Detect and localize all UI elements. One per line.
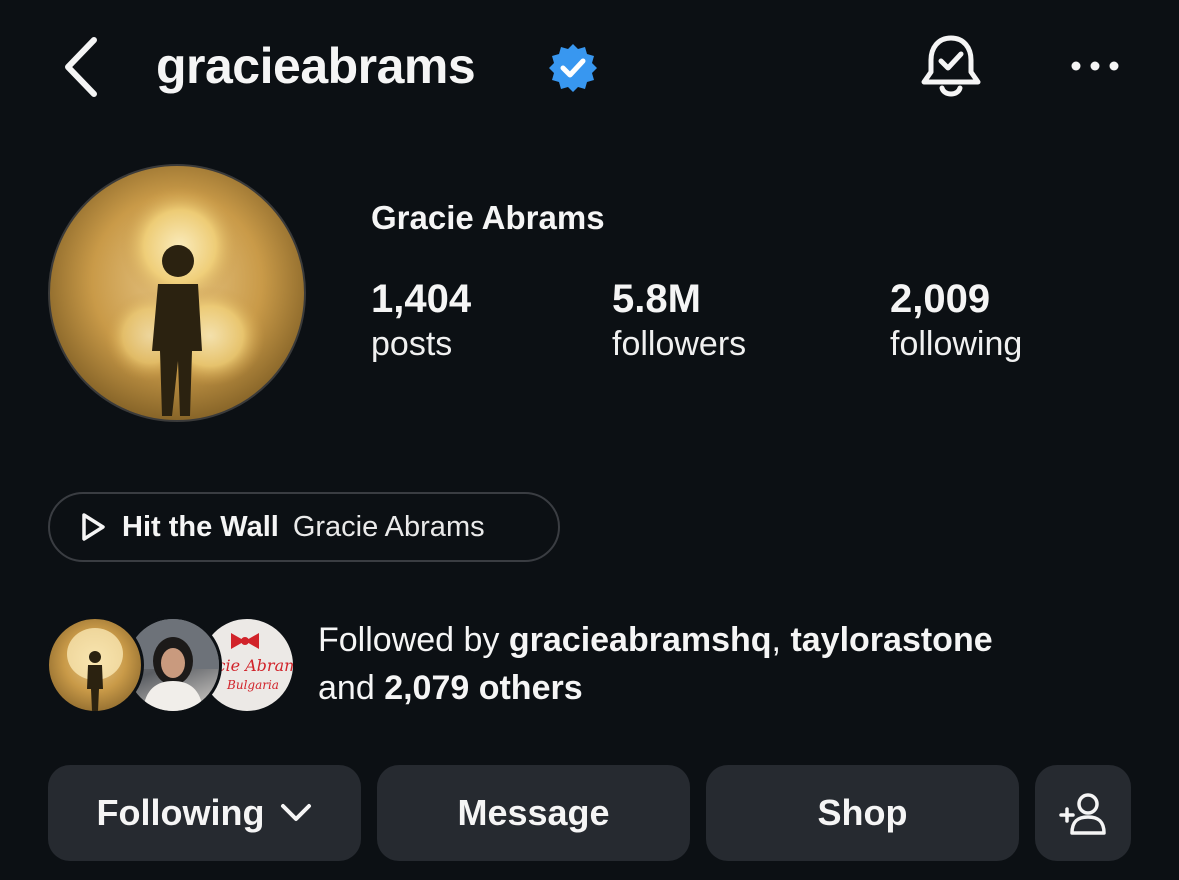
posts-count: 1,404 xyxy=(371,277,472,321)
followers-stat[interactable]: 5.8M followers xyxy=(612,276,746,366)
mutual-user-2[interactable]: taylorastone xyxy=(790,621,992,659)
song-artist: Gracie Abrams xyxy=(292,510,485,543)
following-label: following xyxy=(890,325,1023,363)
shop-button[interactable]: Shop xyxy=(706,765,1019,861)
followed-by-and: and xyxy=(318,669,385,707)
chevron-down-icon xyxy=(281,804,312,821)
notifications-button[interactable] xyxy=(918,30,984,102)
profile-username: gracieabrams xyxy=(156,38,476,94)
avatar-image xyxy=(105,186,265,416)
shop-button-label: Shop xyxy=(817,792,908,833)
followed-by-text[interactable]: Followed by gracieabramshq, taylorastone… xyxy=(318,616,1158,712)
verified-badge-icon xyxy=(548,42,598,92)
mutual-user-1[interactable]: gracieabramshq xyxy=(509,621,772,659)
following-count: 2,009 xyxy=(890,277,991,321)
add-person-icon xyxy=(1059,793,1106,835)
back-button[interactable] xyxy=(58,34,108,100)
chevron-left-icon xyxy=(65,37,97,97)
more-horizontal-icon xyxy=(1071,61,1119,71)
mutual-others[interactable]: 2,079 others xyxy=(384,669,582,707)
message-button[interactable]: Message xyxy=(377,765,690,861)
song-title: Hit the Wall xyxy=(122,510,279,543)
message-button-label: Message xyxy=(457,792,610,833)
suggested-users-button[interactable] xyxy=(1035,765,1131,861)
profile-music-pill[interactable]: Hit the Wall Gracie Abrams xyxy=(48,492,560,562)
followers-label: followers xyxy=(612,325,747,363)
following-stat[interactable]: 2,009 following xyxy=(890,276,1022,366)
followed-by-separator: , xyxy=(771,621,791,659)
profile-avatar[interactable] xyxy=(48,164,306,422)
display-name: Gracie Abrams xyxy=(371,199,605,236)
followed-by-prefix: Followed by xyxy=(318,621,509,659)
more-options-button[interactable] xyxy=(1066,46,1124,86)
play-icon xyxy=(82,513,105,541)
mutual-avatar-1[interactable] xyxy=(46,616,144,714)
posts-label: posts xyxy=(371,325,453,363)
mutual-avatar-3-subtext: Bulgaria xyxy=(226,678,279,692)
posts-stat[interactable]: 1,404 posts xyxy=(371,276,471,366)
mutual-avatar-1-image xyxy=(67,628,123,711)
following-button[interactable]: Following xyxy=(48,765,361,861)
following-button-label: Following xyxy=(96,792,265,833)
bell-check-icon xyxy=(921,35,981,97)
followers-count: 5.8M xyxy=(612,277,701,321)
